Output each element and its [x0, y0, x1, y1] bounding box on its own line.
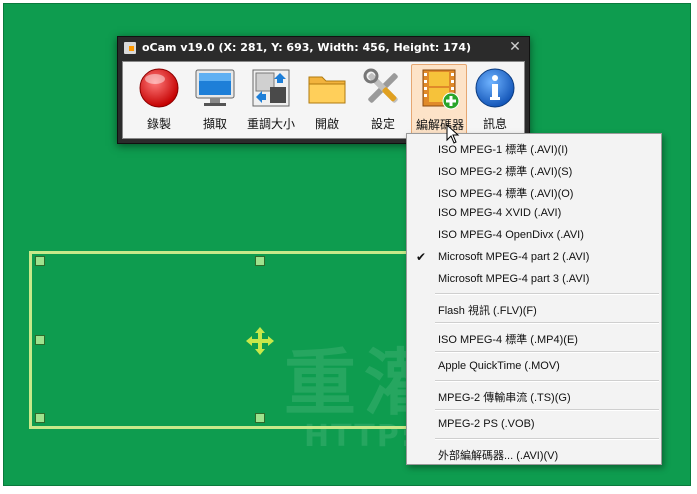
menu-separator: [435, 351, 659, 353]
info-label: 訊息: [482, 117, 507, 131]
tools-icon: [363, 68, 398, 103]
ocam-app-icon: [124, 42, 136, 54]
info-button[interactable]: 訊息: [467, 64, 523, 136]
menu-item-opendivx-avi[interactable]: ISO MPEG-4 OpenDivx (.AVI): [408, 224, 660, 246]
menu-item-ms-mpeg4-part3[interactable]: Microsoft MPEG-4 part 3 (.AVI): [408, 268, 660, 290]
move-icon[interactable]: [246, 327, 274, 355]
menu-item-mpeg4-mp4[interactable]: ISO MPEG-4 標準 (.MP4)(E): [408, 326, 660, 348]
checkmark-icon: ✔: [416, 250, 427, 264]
resize-handle-top-left[interactable]: [35, 256, 45, 266]
codec-icon: [422, 69, 460, 110]
resize-handle-bottom[interactable]: [255, 413, 265, 423]
record-button[interactable]: 錄製: [131, 64, 187, 136]
resize-handle-top[interactable]: [255, 256, 265, 266]
open-label: 開啟: [314, 117, 339, 131]
menu-item-mpeg2-avi[interactable]: ISO MPEG-2 標準 (.AVI)(S): [408, 158, 660, 180]
menu-separator: [435, 322, 659, 324]
menu-item-mpeg4-avi[interactable]: ISO MPEG-4 標準 (.AVI)(O): [408, 180, 660, 202]
menu-item-ms-mpeg4-part2[interactable]: ✔ Microsoft MPEG-4 part 2 (.AVI): [408, 246, 660, 268]
capture-button[interactable]: 擷取: [187, 64, 243, 136]
ocam-window: oCam v19.0 (X: 281, Y: 693, Width: 456, …: [117, 36, 530, 144]
settings-label: 設定: [370, 117, 395, 131]
menu-separator: [435, 293, 659, 295]
menu-item-external-codec[interactable]: 外部編解碼器... (.AVI)(V): [408, 442, 660, 464]
menu-item-quicktime-mov[interactable]: Apple QuickTime (.MOV): [408, 355, 660, 377]
menu-item-flash-flv[interactable]: Flash 視訊 (.FLV)(F): [408, 297, 660, 319]
capture-label: 擷取: [202, 117, 227, 131]
close-button[interactable]: ✕: [507, 39, 523, 55]
monitor-icon: [195, 69, 235, 106]
resize-button[interactable]: 重調大小: [243, 64, 299, 136]
record-icon: [139, 68, 179, 108]
menu-separator: [435, 380, 659, 382]
settings-button[interactable]: 設定: [355, 64, 411, 136]
toolbar: 錄製 擷取 重調大小 開啟 設定 編解碼器 訊息: [122, 61, 525, 139]
menu-separator: [435, 409, 659, 411]
mouse-pointer-icon: [446, 124, 460, 144]
folder-icon: [308, 76, 346, 104]
info-icon: [475, 68, 515, 108]
resize-icon: [252, 69, 290, 107]
title-bar[interactable]: oCam v19.0 (X: 281, Y: 693, Width: 456, …: [118, 37, 529, 59]
resize-label: 重調大小: [246, 117, 295, 131]
open-button[interactable]: 開啟: [299, 64, 355, 136]
menu-item-mpeg2-ts[interactable]: MPEG-2 傳輸串流 (.TS)(G): [408, 384, 660, 406]
resize-handle-left[interactable]: [35, 335, 45, 345]
record-label: 錄製: [146, 117, 171, 131]
menu-item-xvid-avi[interactable]: ISO MPEG-4 XVID (.AVI): [408, 202, 660, 224]
resize-handle-bottom-left[interactable]: [35, 413, 45, 423]
window-title: oCam v19.0 (X: 281, Y: 693, Width: 456, …: [142, 41, 472, 54]
menu-item-mpeg2-vob[interactable]: MPEG-2 PS (.VOB): [408, 413, 660, 435]
menu-separator: [435, 438, 659, 440]
codec-menu: ISO MPEG-1 標準 (.AVI)(I) ISO MPEG-2 標準 (.…: [406, 133, 662, 465]
